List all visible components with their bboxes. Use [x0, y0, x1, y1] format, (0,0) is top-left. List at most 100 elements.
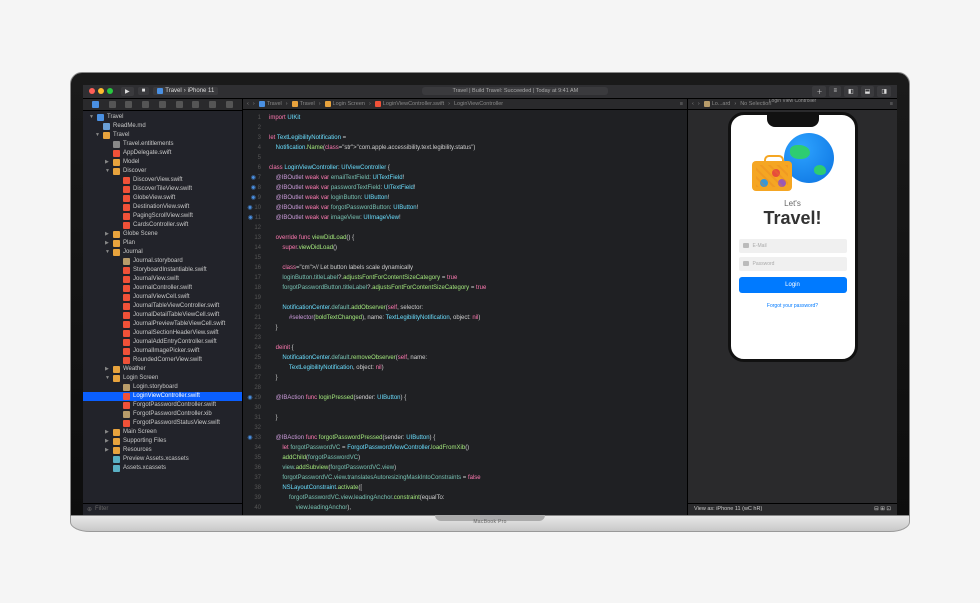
tree-item[interactable]: JournalView.swift [83, 275, 242, 284]
project-icon [259, 101, 265, 107]
tree-item[interactable]: Preview Assets.xcassets [83, 455, 242, 464]
swift-icon [123, 339, 130, 346]
issue-nav-icon[interactable] [159, 101, 166, 108]
tree-item[interactable]: JournalSectionHeaderView.swift [83, 329, 242, 338]
forward-icon[interactable]: › [253, 101, 255, 107]
navigator-sidebar: ▼TravelReadMe.md▼TravelTravel.entitlemen… [83, 99, 243, 515]
email-field[interactable]: E-Mail [739, 239, 847, 253]
tree-item-label: Model [123, 159, 139, 165]
zoom-icon[interactable] [107, 88, 113, 94]
sb-icon [123, 258, 130, 265]
tree-item[interactable]: JournalViewCell.swift [83, 293, 242, 302]
tree-item[interactable]: JournalImagePicker.swift [83, 347, 242, 356]
login-button[interactable]: Login [739, 277, 847, 293]
panel-left-button[interactable]: ◧ [844, 86, 858, 97]
tree-item[interactable]: ForgotPasswordController.xib [83, 410, 242, 419]
tree-item[interactable]: DiscoverTileView.swift [83, 185, 242, 194]
tree-item[interactable]: PagingScrollView.swift [83, 212, 242, 221]
tree-item[interactable]: JournalTableViewController.swift [83, 302, 242, 311]
view-as-label[interactable]: View as: iPhone 11 (wC hR) [694, 506, 762, 512]
symbol-nav-icon[interactable] [125, 101, 132, 108]
tree-item[interactable]: StoryboardInstantiable.swift [83, 266, 242, 275]
test-nav-icon[interactable] [176, 101, 183, 108]
tree-item[interactable]: JournalPreviewTableViewCell.swift [83, 320, 242, 329]
close-icon[interactable] [89, 88, 95, 94]
run-button[interactable]: ▶ [121, 87, 134, 96]
panel-bottom-button[interactable]: ⬓ [861, 86, 875, 97]
tree-item[interactable]: ▼Journal [83, 248, 242, 257]
zoom-controls[interactable]: ⊟ ⊞ ⊡ [874, 506, 891, 512]
code-editor[interactable]: 123456◉ 7◉ 8◉ 9◉ 10◉ 1112131415161718192… [243, 110, 687, 515]
tree-item-label: StoryboardInstantiable.swift [133, 267, 207, 273]
tree-item-label: JournalPreviewTableViewCell.swift [133, 321, 225, 327]
tree-item[interactable]: Assets.xcassets [83, 464, 242, 473]
tree-item[interactable]: ▶Globe Scene [83, 230, 242, 239]
scheme-selector[interactable]: Travel › iPhone 11 [153, 87, 218, 95]
assets-icon [113, 465, 120, 472]
project-nav-icon[interactable] [92, 101, 99, 108]
navigator-filter[interactable]: ⊕ Filter [83, 503, 242, 515]
tree-item-label: Weather [123, 366, 146, 372]
back-icon[interactable]: ‹ [247, 101, 249, 107]
tree-item[interactable]: DiscoverView.swift [83, 176, 242, 185]
tree-item[interactable]: Login.storyboard [83, 383, 242, 392]
tree-item[interactable]: ▼Login Screen [83, 374, 242, 383]
tree-item[interactable]: ForgotPasswordStatusView.swift [83, 419, 242, 428]
tree-item[interactable]: Travel.entitlements [83, 140, 242, 149]
minimize-icon[interactable] [98, 88, 104, 94]
source-control-nav-icon[interactable] [109, 101, 116, 108]
canvas-status-bar[interactable]: View as: iPhone 11 (wC hR) ⊟ ⊞ ⊡ [688, 503, 897, 515]
tree-item[interactable]: ReadMe.md [83, 122, 242, 131]
canvas-stage[interactable]: ✈ Let's Travel! E-Mail [688, 106, 897, 503]
tree-item[interactable]: JournalController.swift [83, 284, 242, 293]
navigator-tabs[interactable] [83, 99, 242, 111]
password-field[interactable]: Password [739, 257, 847, 271]
device-frame: ✈ Let's Travel! E-Mail [728, 112, 858, 362]
find-nav-icon[interactable] [142, 101, 149, 108]
tree-item[interactable]: CardsController.swift [83, 221, 242, 230]
tree-item[interactable]: JournalDetailTableViewCell.swift [83, 311, 242, 320]
tree-item[interactable]: LoginViewController.swift [83, 392, 242, 401]
tree-item[interactable]: Journal.storyboard [83, 257, 242, 266]
tree-item-label: Preview Assets.xcassets [123, 456, 189, 462]
editor-options-icon[interactable]: ≡ [680, 101, 683, 107]
ent-icon [113, 141, 120, 148]
tree-item[interactable]: ▶Weather [83, 365, 242, 374]
editor-mode-button[interactable]: ≡ [829, 86, 841, 97]
tree-item-label: Travel.entitlements [123, 141, 173, 147]
tree-item[interactable]: ▼Travel [83, 131, 242, 140]
tree-item[interactable]: ▶Resources [83, 446, 242, 455]
tree-item[interactable]: ▼Travel [83, 113, 242, 122]
tree-item[interactable]: ▶Main Screen [83, 428, 242, 437]
device-label: iPhone 11 [188, 88, 215, 94]
tree-item[interactable]: GlobeView.swift [83, 194, 242, 203]
tree-item[interactable]: AppDelegate.swift [83, 149, 242, 158]
scheme-label: Travel [165, 88, 181, 94]
app-icon [157, 88, 163, 94]
swift-icon [123, 357, 130, 364]
tree-item[interactable]: DestinationView.swift [83, 203, 242, 212]
tree-item[interactable]: ▶Plan [83, 239, 242, 248]
tree-item[interactable]: ▶Supporting Files [83, 437, 242, 446]
library-button[interactable]: ＋ [812, 86, 826, 97]
debug-nav-icon[interactable] [192, 101, 199, 108]
jump-bar[interactable]: ‹ › Travel› Travel› Login Screen› LoginV… [243, 99, 687, 110]
tree-item[interactable]: JournalAddEntryController.swift [83, 338, 242, 347]
tree-item-label: Globe Scene [123, 231, 158, 237]
forgot-password-link[interactable]: Forgot your password? [767, 303, 818, 309]
project-tree[interactable]: ▼TravelReadMe.md▼TravelTravel.entitlemen… [83, 111, 242, 503]
filter-placeholder: Filter [95, 506, 108, 512]
panel-right-button[interactable]: ◨ [877, 86, 891, 97]
tree-item[interactable]: ForgotPasswordController.swift [83, 401, 242, 410]
report-nav-icon[interactable] [226, 101, 233, 108]
tree-item-label: Travel [107, 114, 123, 120]
plane-icon: ✈ [827, 129, 839, 142]
tree-item[interactable]: ▼Discover [83, 167, 242, 176]
tree-item-label: CardsController.swift [133, 222, 188, 228]
tree-item[interactable]: ▶Model [83, 158, 242, 167]
swift-icon [113, 150, 120, 157]
breakpoint-nav-icon[interactable] [209, 101, 216, 108]
swift-icon [375, 101, 381, 107]
tree-item[interactable]: RoundedCornerView.swift [83, 356, 242, 365]
stop-button[interactable]: ■ [138, 87, 150, 95]
